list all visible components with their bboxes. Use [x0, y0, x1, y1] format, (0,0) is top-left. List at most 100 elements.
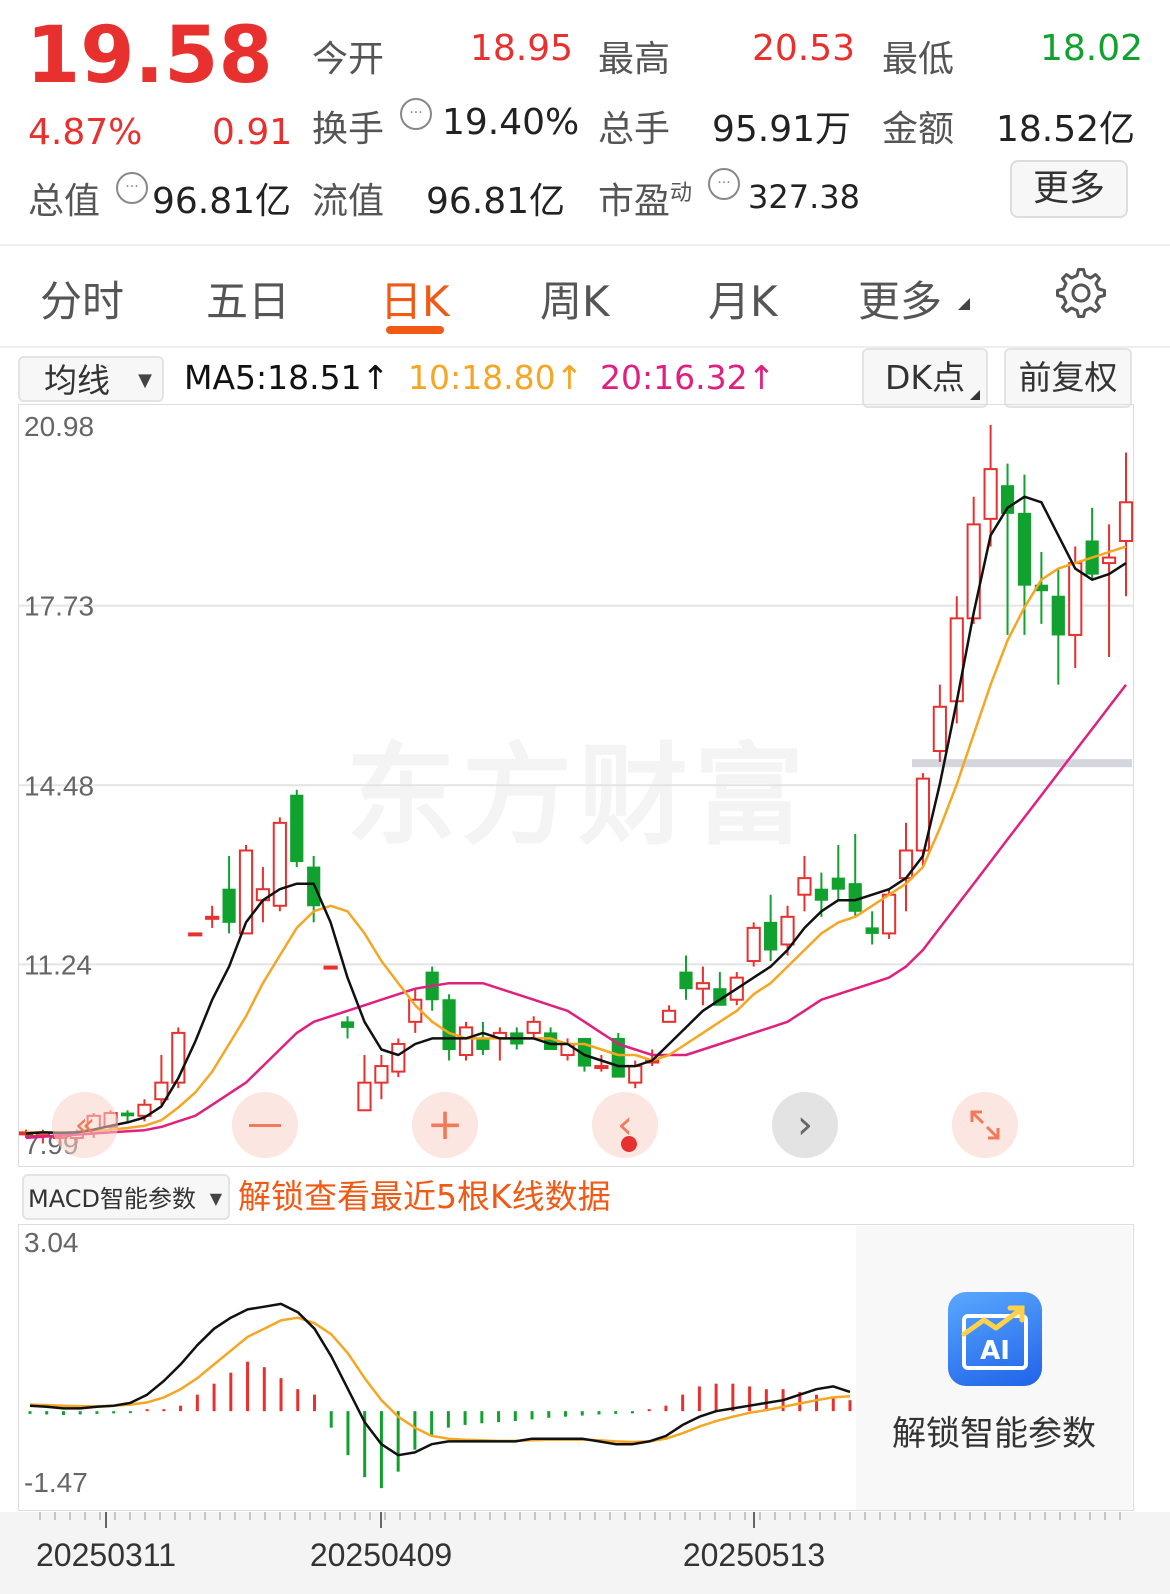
- minus-icon: [249, 1123, 281, 1127]
- tab-monthly-k[interactable]: 月K: [708, 268, 778, 329]
- expand-icon: [970, 1110, 1000, 1140]
- candle-body: [323, 965, 338, 970]
- volume-value: 95.91万: [712, 109, 852, 150]
- candle-body: [628, 1065, 643, 1084]
- kline-chart[interactable]: 东方财富 20.9817.7314.4811.247.99: [0, 404, 1170, 1174]
- candle[interactable]: [492, 1027, 507, 1061]
- candle[interactable]: [290, 789, 304, 868]
- candle[interactable]: [374, 1055, 389, 1100]
- candle[interactable]: [1101, 524, 1117, 658]
- candle[interactable]: [797, 856, 812, 912]
- y-tick-label: 17.73: [24, 591, 94, 622]
- candle-body: [848, 883, 862, 912]
- quote-header: 19.58 4.87% 0.91 总值 ··· 96.81亿 今开 18.95 …: [0, 0, 1170, 246]
- change-percent: 4.87%: [28, 112, 143, 153]
- pe-value: 327.38: [748, 178, 860, 216]
- candle[interactable]: [188, 932, 203, 937]
- candle[interactable]: [848, 833, 862, 917]
- settings-gear-icon[interactable]: [1054, 266, 1108, 320]
- candle[interactable]: [831, 844, 845, 901]
- candle[interactable]: [526, 1016, 541, 1039]
- candle-body: [661, 1009, 677, 1023]
- candle[interactable]: [932, 684, 947, 763]
- candle-body: [476, 1037, 490, 1050]
- candle[interactable]: [679, 955, 693, 1000]
- tab-minute[interactable]: 分时: [40, 268, 124, 329]
- zoom-out-button[interactable]: [232, 1092, 298, 1158]
- next-candle-button[interactable]: ›: [772, 1092, 838, 1158]
- info-icon[interactable]: ···: [400, 98, 432, 130]
- candle[interactable]: [458, 1021, 474, 1061]
- candle[interactable]: [764, 894, 778, 962]
- candle-body: [983, 468, 998, 520]
- tab-five-day[interactable]: 五日: [206, 268, 290, 329]
- date-axis-label: 20250409: [310, 1537, 452, 1573]
- ma10-value: 10:18.80↑: [408, 358, 584, 397]
- macd-y-tick-label: -1.47: [24, 1467, 88, 1498]
- amount-label: 金额: [882, 109, 955, 150]
- candle-body: [1118, 501, 1134, 542]
- candle-body: [679, 971, 693, 990]
- candle[interactable]: [966, 496, 981, 624]
- plus-icon: +: [426, 1099, 464, 1150]
- ma-select[interactable]: 均线 ▼: [18, 356, 164, 402]
- tab-daily-k[interactable]: 日K: [380, 268, 450, 329]
- mktcap-label: 总值: [28, 181, 101, 222]
- candle[interactable]: [272, 817, 287, 912]
- ma-bar: 均线 ▼ MA5:18.51↑ 10:18.80↑ 20:16.32↑ DK点 …: [0, 348, 1170, 408]
- info-icon[interactable]: ···: [708, 168, 740, 200]
- candle-body: [458, 1026, 474, 1057]
- candle[interactable]: [205, 905, 220, 928]
- zoom-in-button[interactable]: +: [412, 1092, 478, 1158]
- adjust-button[interactable]: 前复权: [1004, 348, 1132, 408]
- candle[interactable]: [898, 822, 914, 912]
- candle[interactable]: [1085, 507, 1099, 580]
- dk-point-button[interactable]: DK点: [862, 348, 988, 408]
- unlock-kline-link[interactable]: 解锁查看最近5根K线数据: [238, 1174, 611, 1220]
- candle-body: [171, 1031, 186, 1084]
- tab-weekly-k[interactable]: 周K: [540, 268, 610, 329]
- candle[interactable]: [222, 856, 236, 934]
- candle[interactable]: [865, 911, 879, 945]
- candle-body: [205, 915, 220, 920]
- mktcap-value: 96.81亿: [152, 181, 292, 222]
- open-label: 今开: [312, 39, 385, 80]
- tab-more[interactable]: 更多: [858, 268, 942, 329]
- candle[interactable]: [323, 965, 338, 970]
- y-tick-label: 14.48: [24, 770, 94, 801]
- candle-body: [1017, 512, 1032, 586]
- macd-select[interactable]: MACD智能参数 ▼: [22, 1174, 230, 1220]
- candle[interactable]: [391, 1038, 406, 1078]
- fullscreen-button[interactable]: [952, 1092, 1018, 1158]
- scroll-left-button[interactable]: «: [52, 1092, 118, 1158]
- candle[interactable]: [661, 1005, 677, 1023]
- candle[interactable]: [340, 1016, 355, 1039]
- candle[interactable]: [594, 1055, 609, 1072]
- chevron-right-icon: ›: [797, 1102, 813, 1148]
- low-value: 18.02: [1040, 28, 1144, 69]
- candle[interactable]: [425, 966, 439, 1011]
- macd-bar: MACD智能参数 ▼ 解锁查看最近5根K线数据: [0, 1172, 1170, 1224]
- unlock-ai-label: 解锁智能参数: [892, 1414, 1096, 1454]
- candle-body: [949, 617, 964, 703]
- turnover-value: 19.40%: [442, 102, 580, 143]
- ai-icon-text: AI: [980, 1336, 1010, 1366]
- candle[interactable]: [1051, 568, 1065, 685]
- candle[interactable]: [120, 1110, 135, 1122]
- amount-value: 18.52亿: [996, 109, 1136, 150]
- more-button[interactable]: 更多: [1010, 160, 1128, 218]
- unlock-ai-panel[interactable]: AI 解锁智能参数: [856, 1226, 1132, 1510]
- candle[interactable]: [695, 966, 711, 1006]
- candle[interactable]: [1000, 463, 1015, 635]
- candle[interactable]: [357, 1055, 372, 1112]
- candle[interactable]: [1118, 452, 1134, 597]
- watermark: 东方财富: [346, 736, 810, 858]
- prev-candle-button[interactable]: ‹: [592, 1092, 658, 1158]
- high-value: 20.53: [752, 28, 856, 69]
- info-icon[interactable]: ···: [116, 172, 148, 204]
- candle[interactable]: [238, 844, 254, 935]
- turnover-label: 换手: [312, 109, 385, 150]
- candle[interactable]: [255, 867, 271, 923]
- candle[interactable]: [746, 922, 761, 967]
- candle[interactable]: [442, 994, 456, 1061]
